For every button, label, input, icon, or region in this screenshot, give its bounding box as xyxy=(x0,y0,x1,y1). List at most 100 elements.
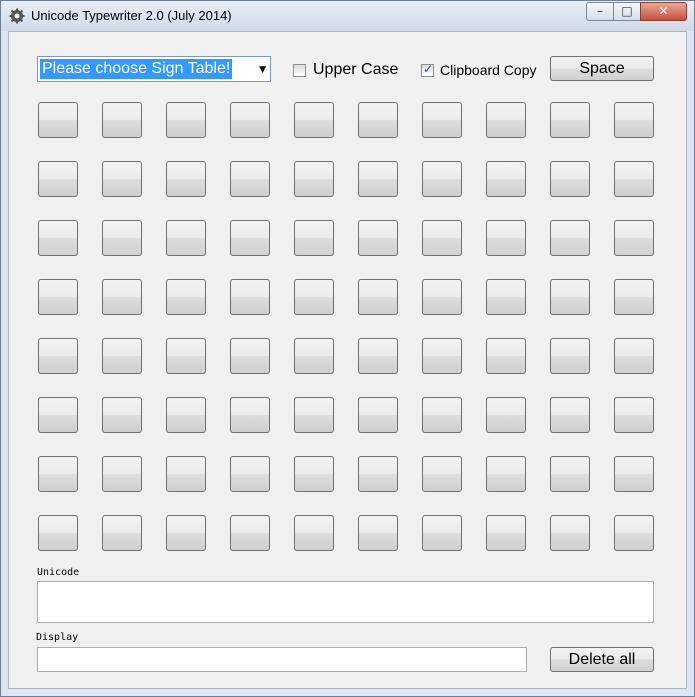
character-key-button[interactable] xyxy=(294,161,334,197)
character-key-button[interactable] xyxy=(102,220,142,256)
character-key-button[interactable] xyxy=(166,220,206,256)
character-key-button[interactable] xyxy=(550,161,590,197)
character-key-button[interactable] xyxy=(38,279,78,315)
character-key-button[interactable] xyxy=(358,220,398,256)
character-key-button[interactable] xyxy=(294,515,334,551)
character-key-button[interactable] xyxy=(486,456,526,492)
character-key-button[interactable] xyxy=(422,102,462,138)
unicode-field[interactable] xyxy=(37,581,654,623)
character-key-button[interactable] xyxy=(614,279,654,315)
clipboard-copy-label[interactable]: Clipboard Copy xyxy=(440,62,537,78)
character-key-button[interactable] xyxy=(486,397,526,433)
character-key-button[interactable] xyxy=(550,220,590,256)
character-key-button[interactable] xyxy=(550,338,590,374)
character-key-button[interactable] xyxy=(358,515,398,551)
character-key-button[interactable] xyxy=(486,338,526,374)
character-key-button[interactable] xyxy=(230,161,270,197)
character-key-button[interactable] xyxy=(358,397,398,433)
maximize-button[interactable]: □ xyxy=(613,2,641,21)
character-key-button[interactable] xyxy=(294,397,334,433)
character-key-button[interactable] xyxy=(358,161,398,197)
minimize-icon: – xyxy=(597,4,603,18)
character-key-button[interactable] xyxy=(102,102,142,138)
character-key-button[interactable] xyxy=(166,397,206,433)
close-button[interactable]: ✕ xyxy=(640,2,687,21)
character-key-button[interactable] xyxy=(614,456,654,492)
character-key-button[interactable] xyxy=(166,279,206,315)
character-key-button[interactable] xyxy=(614,161,654,197)
character-key-button[interactable] xyxy=(230,338,270,374)
space-button[interactable]: Space xyxy=(550,56,654,81)
character-key-button[interactable] xyxy=(422,456,462,492)
character-key-button[interactable] xyxy=(422,397,462,433)
character-key-button[interactable] xyxy=(486,279,526,315)
display-field[interactable] xyxy=(37,647,527,672)
character-key-button[interactable] xyxy=(294,220,334,256)
character-key-button[interactable] xyxy=(358,456,398,492)
character-key-button[interactable] xyxy=(230,279,270,315)
character-key-button[interactable] xyxy=(166,161,206,197)
character-key-button[interactable] xyxy=(166,338,206,374)
character-key-button[interactable] xyxy=(102,515,142,551)
character-key-button[interactable] xyxy=(294,456,334,492)
character-key-button[interactable] xyxy=(230,397,270,433)
character-key-button[interactable] xyxy=(230,456,270,492)
chevron-down-icon[interactable]: ▼ xyxy=(259,65,266,75)
character-key-button[interactable] xyxy=(230,102,270,138)
character-key-button[interactable] xyxy=(38,338,78,374)
character-key-button[interactable] xyxy=(230,220,270,256)
title-bar[interactable]: Unicode Typewriter 2.0 (July 2014) – □ ✕ xyxy=(1,1,694,31)
character-key-button[interactable] xyxy=(486,161,526,197)
character-key-button[interactable] xyxy=(422,515,462,551)
character-key-button[interactable] xyxy=(38,220,78,256)
character-key-button[interactable] xyxy=(614,102,654,138)
character-key-button[interactable] xyxy=(550,397,590,433)
sign-table-value: Please choose Sign Table! xyxy=(40,59,233,79)
sign-table-select[interactable]: Please choose Sign Table! ▼ xyxy=(37,56,271,82)
character-key-button[interactable] xyxy=(486,220,526,256)
character-key-button[interactable] xyxy=(38,397,78,433)
character-key-button[interactable] xyxy=(486,102,526,138)
character-key-button[interactable] xyxy=(294,338,334,374)
character-key-button[interactable] xyxy=(486,515,526,551)
character-key-button[interactable] xyxy=(614,397,654,433)
character-key-button[interactable] xyxy=(358,102,398,138)
character-key-button[interactable] xyxy=(550,102,590,138)
character-key-button[interactable] xyxy=(614,338,654,374)
character-key-button[interactable] xyxy=(38,102,78,138)
character-key-button[interactable] xyxy=(422,220,462,256)
character-key-button[interactable] xyxy=(550,279,590,315)
upper-case-label[interactable]: Upper Case xyxy=(313,61,398,79)
character-key-button[interactable] xyxy=(102,161,142,197)
character-key-button[interactable] xyxy=(166,515,206,551)
character-key-button[interactable] xyxy=(422,161,462,197)
character-key-button[interactable] xyxy=(294,102,334,138)
character-key-button[interactable] xyxy=(38,456,78,492)
display-label: Display xyxy=(36,632,79,643)
character-key-button[interactable] xyxy=(102,279,142,315)
character-key-button[interactable] xyxy=(358,279,398,315)
character-key-button[interactable] xyxy=(166,102,206,138)
character-key-button[interactable] xyxy=(102,338,142,374)
minimize-button[interactable]: – xyxy=(586,2,614,21)
clipboard-copy-checkbox[interactable]: ✓ xyxy=(421,62,434,77)
character-key-button[interactable] xyxy=(166,456,206,492)
upper-case-checkbox[interactable] xyxy=(293,64,306,77)
delete-all-button[interactable]: Delete all xyxy=(550,647,654,672)
character-key-button[interactable] xyxy=(422,338,462,374)
character-key-button[interactable] xyxy=(230,515,270,551)
character-key-button[interactable] xyxy=(102,456,142,492)
gear-icon xyxy=(9,8,25,24)
character-key-button[interactable] xyxy=(550,456,590,492)
character-key-button[interactable] xyxy=(614,515,654,551)
character-key-button[interactable] xyxy=(358,338,398,374)
app-window: Unicode Typewriter 2.0 (July 2014) – □ ✕… xyxy=(0,0,695,697)
window-title: Unicode Typewriter 2.0 (July 2014) xyxy=(31,8,232,23)
character-key-button[interactable] xyxy=(550,515,590,551)
character-key-button[interactable] xyxy=(614,220,654,256)
character-key-button[interactable] xyxy=(294,279,334,315)
character-key-button[interactable] xyxy=(422,279,462,315)
character-key-button[interactable] xyxy=(38,515,78,551)
character-key-button[interactable] xyxy=(102,397,142,433)
character-key-button[interactable] xyxy=(38,161,78,197)
